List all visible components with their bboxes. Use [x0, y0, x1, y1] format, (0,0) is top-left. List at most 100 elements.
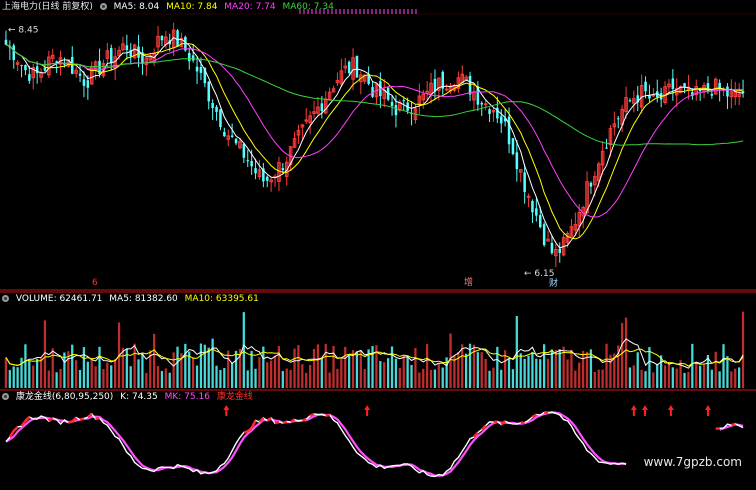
candle-body: [535, 208, 538, 215]
volume-bar: [551, 349, 553, 388]
volume-bar: [726, 356, 728, 388]
volume-bar: [500, 370, 502, 388]
volume-bar: [208, 348, 210, 388]
volume-bar: [305, 373, 307, 388]
ma60-label: MA60: 7.34: [282, 2, 333, 12]
candle-body: [83, 79, 86, 86]
volume-bar: [313, 349, 315, 388]
high-price-label: ← 8.45: [8, 26, 38, 36]
candle-body: [161, 36, 164, 40]
volume-bar: [196, 366, 198, 388]
candle-body: [24, 65, 27, 70]
volume-bar: [28, 361, 30, 388]
candle-body: [188, 53, 191, 61]
volume-bar: [20, 358, 22, 388]
candle-body: [395, 105, 398, 115]
volume-bar: [301, 364, 303, 388]
vol-ma5-label: MA5: 81382.60: [109, 294, 177, 304]
stock-chart-window[interactable]: ← 8.45← 6.156增财 上海电力(日线 前复权) MA5: 8.04 M…: [0, 0, 756, 487]
volume-bar: [379, 361, 381, 388]
candle-body: [605, 148, 608, 149]
settings-dot-icon[interactable]: [100, 3, 107, 10]
ma20-line: [6, 45, 743, 217]
low-price-label: ← 6.15: [524, 269, 554, 279]
candle-body: [219, 109, 222, 127]
volume-bar: [699, 366, 701, 388]
volume-bar: [309, 365, 311, 388]
buy-arrow-icon: [631, 405, 637, 416]
volume-bar: [9, 370, 11, 388]
volume-bar: [582, 351, 584, 388]
volume-bar: [106, 363, 108, 388]
volume-bar: [718, 371, 720, 388]
volume-bar: [340, 358, 342, 388]
volume-bar: [465, 354, 467, 388]
volume-bar: [406, 356, 408, 388]
candle-body: [223, 132, 226, 136]
indicator-name[interactable]: 康龙金线(6,80,95,250): [16, 392, 113, 402]
candle-body: [516, 152, 519, 169]
volume-bar: [94, 366, 96, 388]
volume-bar: [383, 362, 385, 388]
candle-body: [434, 79, 437, 92]
volume-bar: [484, 359, 486, 388]
candle-body: [126, 45, 129, 50]
volume-bar: [364, 369, 366, 388]
volume-bar: [48, 370, 50, 388]
volume-bar: [426, 344, 428, 388]
gold-line-segment: [302, 419, 306, 421]
volume-bar: [317, 344, 319, 388]
volume-bar: [258, 357, 260, 388]
settings-dot-icon[interactable]: [2, 295, 9, 302]
stock-title[interactable]: 上海电力(日线 前复权): [2, 2, 93, 12]
candle-body: [558, 249, 561, 253]
buy-arrow-icon: [364, 405, 370, 416]
k-line: [6, 412, 743, 476]
volume-bar: [594, 372, 596, 388]
candle-body: [391, 102, 394, 106]
volume-bar: [293, 349, 295, 388]
volume-bar: [481, 352, 483, 388]
candle-body: [215, 107, 218, 112]
indicator-legend: 康龙金线(6,80,95,250) K: 74.35 MK: 75.16 康龙金…: [2, 392, 257, 403]
candle-body: [20, 65, 23, 66]
volume-bar: [543, 344, 545, 388]
volume-bar: [570, 350, 572, 388]
candle-body: [87, 80, 90, 88]
candle-body: [617, 118, 620, 119]
volume-bar: [223, 368, 225, 388]
settings-dot-icon[interactable]: [2, 393, 9, 400]
volume-bar: [574, 371, 576, 388]
volume-bar: [730, 371, 732, 388]
candle-body: [348, 62, 351, 73]
volume-bar: [227, 351, 229, 388]
gold-line-segment: [731, 424, 735, 425]
volume-bar: [336, 369, 338, 388]
volume-bar: [59, 369, 61, 388]
volume-bar: [734, 369, 736, 388]
volume-bar: [648, 347, 650, 388]
volume-bar: [176, 347, 178, 388]
candle-body: [726, 87, 729, 97]
candle-body: [445, 89, 448, 90]
candle-body: [629, 100, 632, 101]
volume-bar: [40, 358, 42, 388]
volume-legend: VOLUME: 62461.71 MA5: 81382.60 MA10: 633…: [2, 294, 263, 305]
volume-bar: [566, 359, 568, 388]
volume-bar: [531, 352, 533, 388]
volume-bar: [672, 367, 674, 388]
volume-bar: [110, 365, 112, 388]
candle-body: [590, 183, 593, 187]
volume-bar: [399, 368, 401, 388]
volume-bar: [286, 368, 288, 388]
volume-bar: [722, 344, 724, 388]
volume-bar: [24, 344, 26, 388]
volume-bar: [703, 364, 705, 388]
candle-body: [543, 224, 546, 245]
volume-bar: [141, 353, 143, 388]
volume-bar: [430, 370, 432, 388]
chart-canvas[interactable]: ← 8.45← 6.156增财: [0, 0, 756, 487]
volume-bar: [235, 351, 237, 388]
volume-bar: [356, 351, 358, 388]
volume-bar: [87, 362, 89, 388]
